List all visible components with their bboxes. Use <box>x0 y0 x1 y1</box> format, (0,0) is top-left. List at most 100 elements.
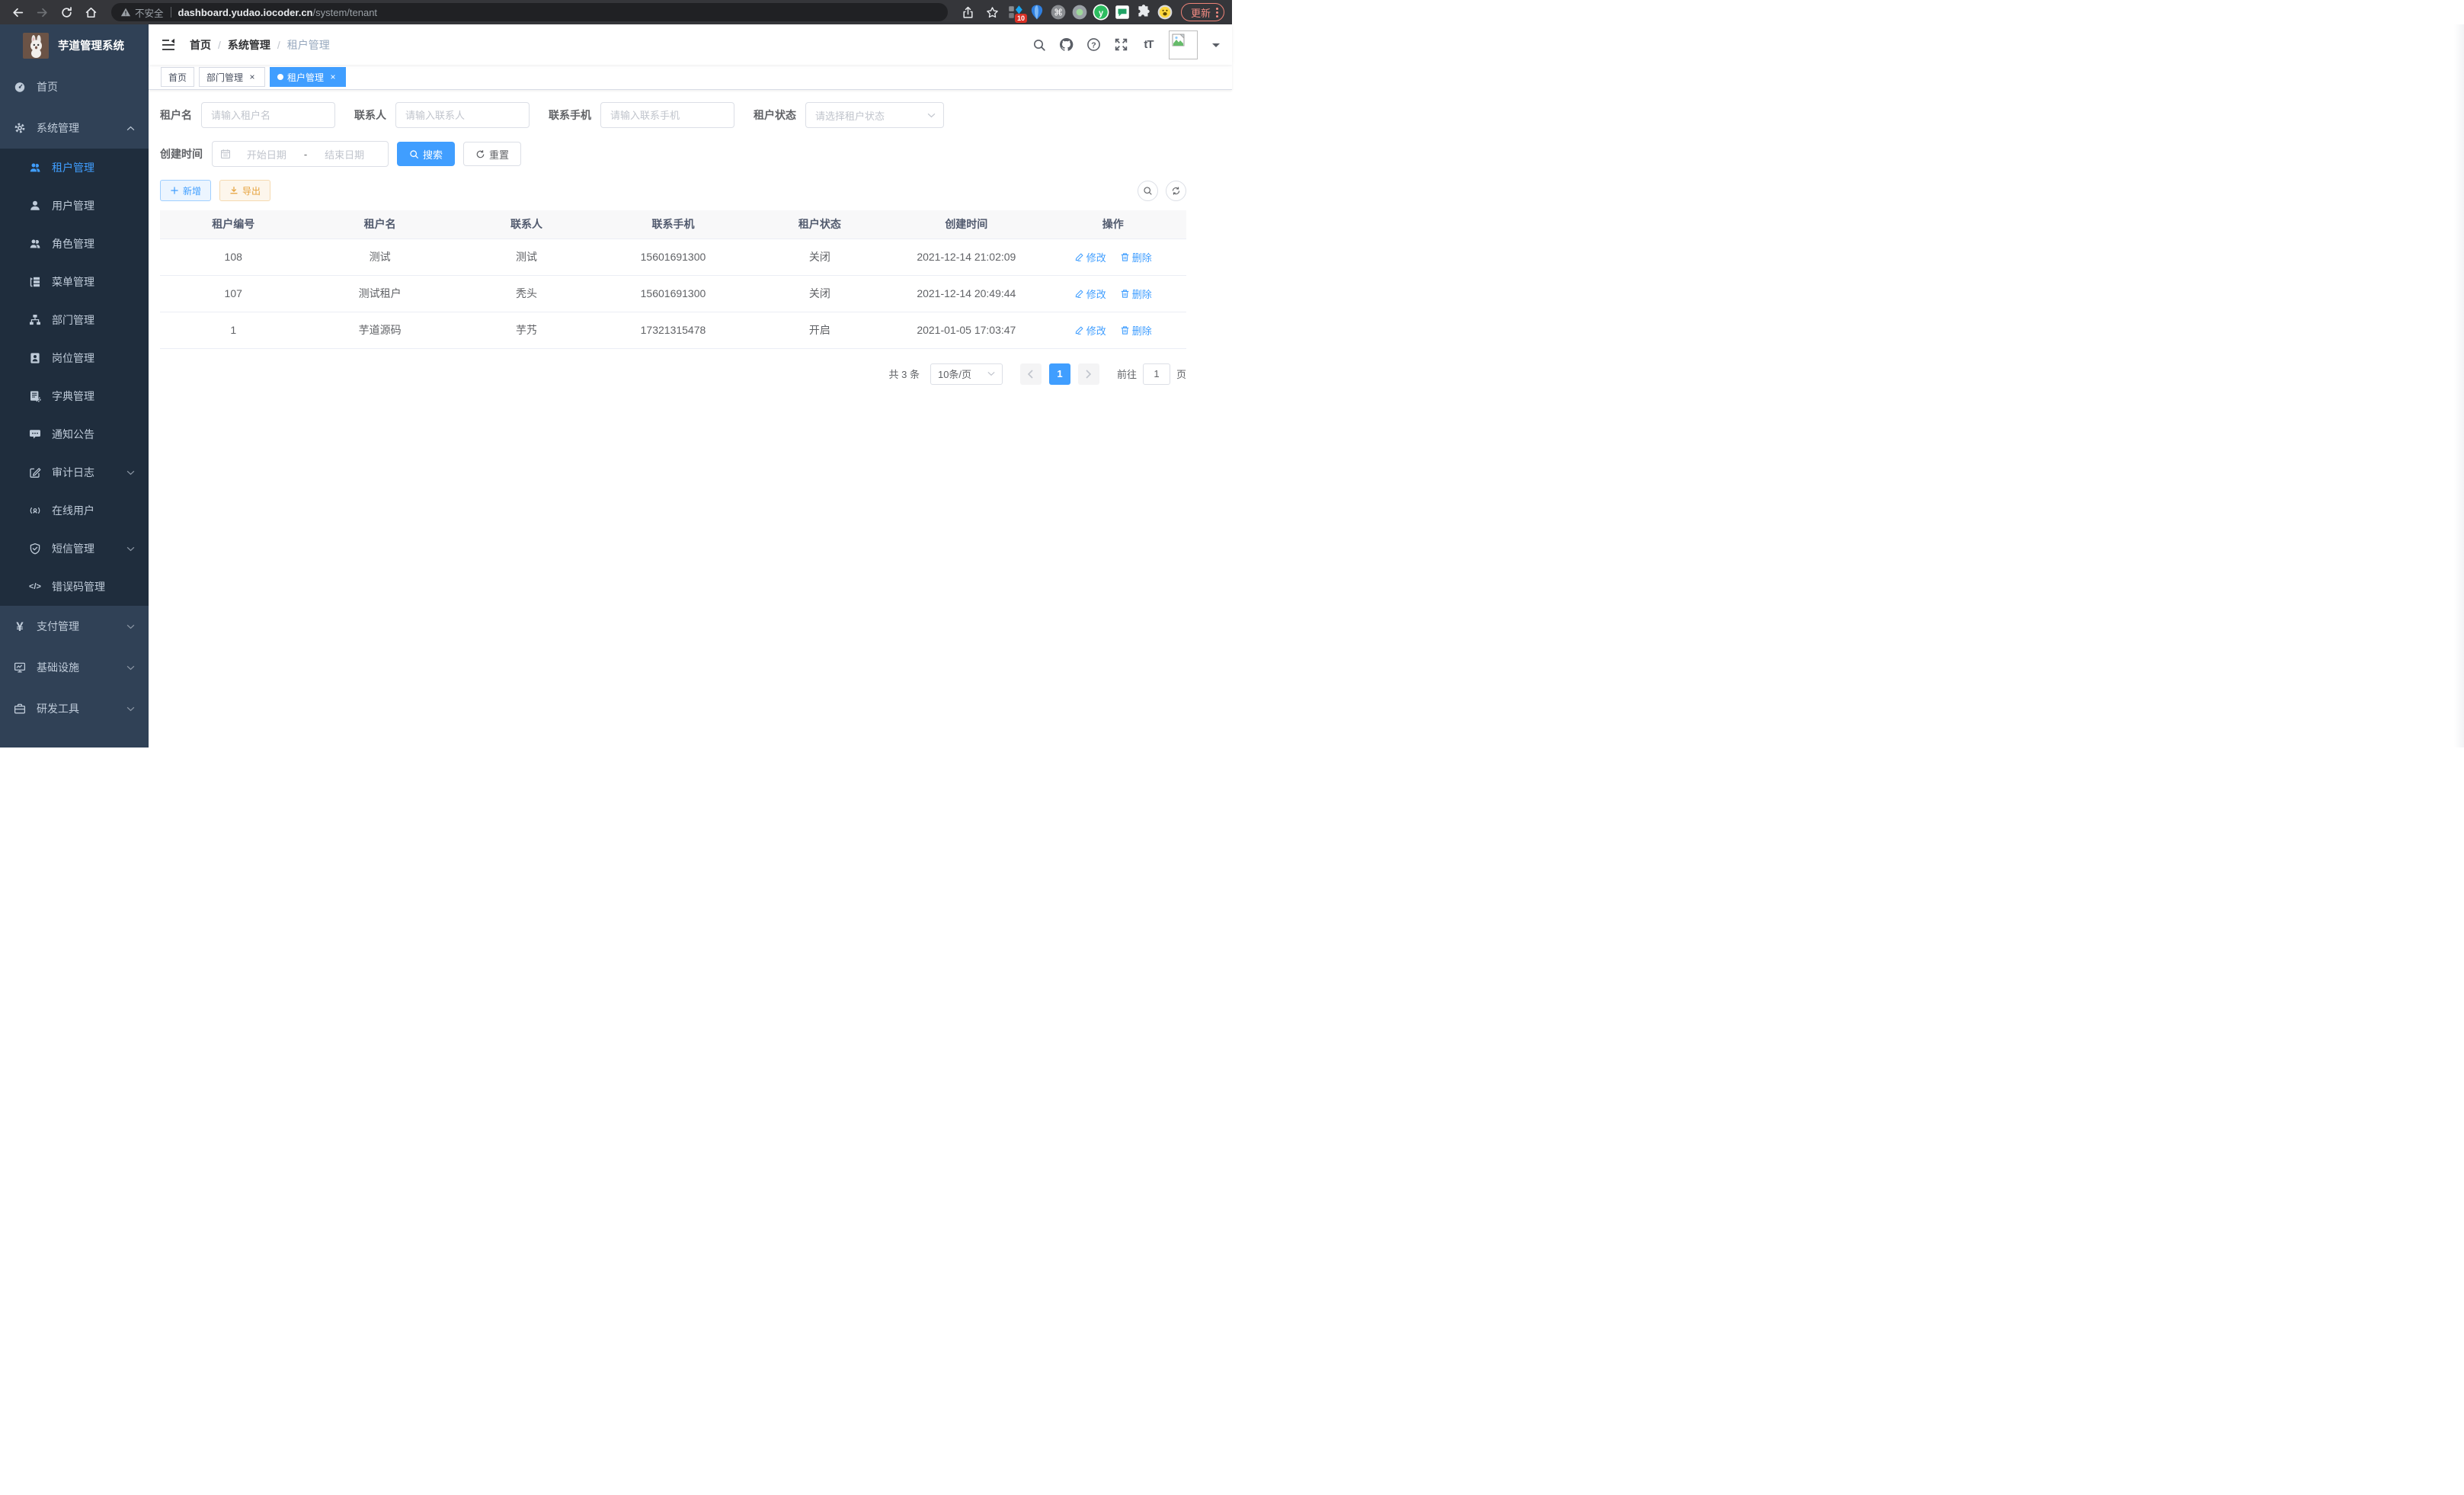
extension-chat-icon[interactable] <box>1114 4 1131 21</box>
reset-button[interactable]: 重置 <box>463 142 521 166</box>
tab-dept[interactable]: 部门管理 × <box>199 67 265 87</box>
phone-input[interactable] <box>600 102 734 128</box>
extension-yuque-icon[interactable]: y <box>1093 4 1109 21</box>
sidebar-item-infra[interactable]: 基础设施 <box>0 647 149 688</box>
next-page-button[interactable] <box>1078 363 1099 385</box>
sidebar-item-dict[interactable]: 字典管理 <box>0 377 149 415</box>
fullscreen-icon[interactable] <box>1114 37 1128 52</box>
goto-label: 前往 <box>1117 367 1137 381</box>
extension-record-icon[interactable] <box>1071 4 1088 21</box>
browser-reload-icon[interactable] <box>56 2 76 22</box>
tab-tenant[interactable]: 租户管理 × <box>270 67 346 87</box>
sidebar-item-label: 在线用户 <box>52 503 135 518</box>
add-button[interactable]: 新增 <box>160 180 211 201</box>
sidebar-item-error-code[interactable]: </> 错误码管理 <box>0 568 149 606</box>
page-content: 租户名 联系人 联系手机 租户状态 请选择租户状态 <box>149 90 1232 748</box>
url-domain[interactable]: dashboard.yudao.iocoder.cn <box>178 7 313 18</box>
chrome-update-button[interactable]: 更新 <box>1181 3 1224 21</box>
broken-image-icon <box>1172 34 1185 46</box>
edit-link[interactable]: 修改 <box>1074 287 1106 301</box>
breadcrumb-home[interactable]: 首页 <box>190 37 211 53</box>
pagination: 共 3 条 10条/页 1 前往 页 <box>160 363 1186 385</box>
bookmark-star-icon[interactable] <box>983 2 1003 22</box>
browser-home-icon[interactable] <box>81 2 101 22</box>
sidebar-item-sms[interactable]: 短信管理 <box>0 530 149 568</box>
help-icon[interactable]: ? <box>1086 37 1101 52</box>
status-select[interactable]: 请选择租户状态 <box>805 102 944 128</box>
tab-close-icon[interactable]: × <box>247 72 258 82</box>
security-label[interactable]: 不安全 <box>135 5 164 20</box>
search-button[interactable]: 搜索 <box>397 142 455 166</box>
sidebar-item-home[interactable]: 首页 <box>0 66 149 107</box>
sidebar-item-label: 菜单管理 <box>52 274 135 290</box>
extensions-puzzle-icon[interactable] <box>1135 4 1152 21</box>
toggle-search-button[interactable] <box>1138 181 1158 201</box>
github-icon[interactable] <box>1059 37 1074 52</box>
notice-message-icon <box>29 428 41 440</box>
sidebar-item-label: 租户管理 <box>52 160 135 175</box>
delete-link[interactable]: 删除 <box>1120 250 1152 264</box>
sidebar-item-system[interactable]: 系统管理 <box>0 107 149 149</box>
edit-link[interactable]: 修改 <box>1074 323 1106 338</box>
filter-label: 联系人 <box>354 107 386 123</box>
extension-kite-icon[interactable] <box>1029 4 1045 21</box>
url-path[interactable]: /system/tenant <box>313 7 378 18</box>
tenant-name-input[interactable] <box>201 102 335 128</box>
pagination-goto: 前往 页 <box>1117 363 1186 385</box>
font-size-icon[interactable]: tT <box>1141 37 1156 52</box>
sidebar-item-role[interactable]: 角色管理 <box>0 225 149 263</box>
extension-command-icon[interactable]: ⌘ <box>1050 4 1067 21</box>
sidebar-logo[interactable]: 芋道管理系统 <box>0 24 149 66</box>
breadcrumb-separator: / <box>218 39 221 51</box>
header-search-icon[interactable] <box>1032 37 1046 52</box>
page-size-select[interactable]: 10条/页 <box>930 363 1003 385</box>
reset-button-label: 重置 <box>489 147 509 162</box>
cell-tenant-id: 108 <box>160 238 306 275</box>
extension-raindrop-icon[interactable]: 10 <box>1007 4 1024 21</box>
sidebar-item-label: 岗位管理 <box>52 351 135 366</box>
avatar[interactable] <box>1169 30 1198 59</box>
edit-link[interactable]: 修改 <box>1074 250 1106 264</box>
sidebar-item-audit-log[interactable]: 审计日志 <box>0 453 149 491</box>
extension-emoji-icon[interactable] <box>1157 4 1173 21</box>
sidebar-item-payment[interactable]: ¥ 支付管理 <box>0 606 149 647</box>
table-header-row: 租户编号 租户名 联系人 联系手机 租户状态 创建时间 操作 <box>160 210 1186 238</box>
share-icon[interactable] <box>958 2 978 22</box>
browser-menu-kebab-icon[interactable] <box>1216 8 1218 18</box>
chevron-down-icon <box>126 470 135 475</box>
sidebar-item-menu[interactable]: 菜单管理 <box>0 263 149 301</box>
sidebar-item-label: 审计日志 <box>52 465 116 480</box>
export-button[interactable]: 导出 <box>219 180 270 201</box>
breadcrumb-system[interactable]: 系统管理 <box>228 37 270 53</box>
add-button-label: 新增 <box>183 184 201 197</box>
devtools-icon <box>14 703 26 715</box>
cell-phone: 15601691300 <box>600 238 746 275</box>
contact-input[interactable] <box>395 102 530 128</box>
delete-link[interactable]: 删除 <box>1120 287 1152 301</box>
browser-back-icon[interactable] <box>8 2 27 22</box>
sidebar-item-dept[interactable]: 部门管理 <box>0 301 149 339</box>
delete-link[interactable]: 删除 <box>1120 323 1152 338</box>
sidebar-item-user[interactable]: 用户管理 <box>0 187 149 225</box>
refresh-icon <box>475 149 485 159</box>
cell-phone: 15601691300 <box>600 275 746 312</box>
refresh-table-button[interactable] <box>1166 181 1186 201</box>
goto-page-input[interactable] <box>1143 363 1170 385</box>
prev-page-button[interactable] <box>1020 363 1042 385</box>
calendar-icon <box>220 149 231 159</box>
page-scrollbar[interactable] <box>2454 24 2464 748</box>
sidebar-item-online-user[interactable]: 在线用户 <box>0 491 149 530</box>
sidebar-fold-icon[interactable] <box>161 37 176 53</box>
sidebar-item-post[interactable]: 岗位管理 <box>0 339 149 377</box>
tab-home[interactable]: 首页 <box>161 67 194 87</box>
avatar-caret-icon[interactable] <box>1212 43 1220 51</box>
create-time-range-picker[interactable]: 开始日期 - 结束日期 <box>212 141 389 167</box>
sidebar-item-tenant[interactable]: 租户管理 <box>0 149 149 187</box>
sidebar-item-notice[interactable]: 通知公告 <box>0 415 149 453</box>
page-number-current[interactable]: 1 <box>1049 363 1070 385</box>
tab-close-icon[interactable]: × <box>328 72 338 82</box>
browser-forward-icon[interactable] <box>32 2 52 22</box>
sidebar-item-devtools[interactable]: 研发工具 <box>0 688 149 729</box>
sidebar-item-label: 系统管理 <box>37 120 116 136</box>
address-bar[interactable]: 不安全 dashboard.yudao.iocoder.cn /system/t… <box>111 3 948 21</box>
